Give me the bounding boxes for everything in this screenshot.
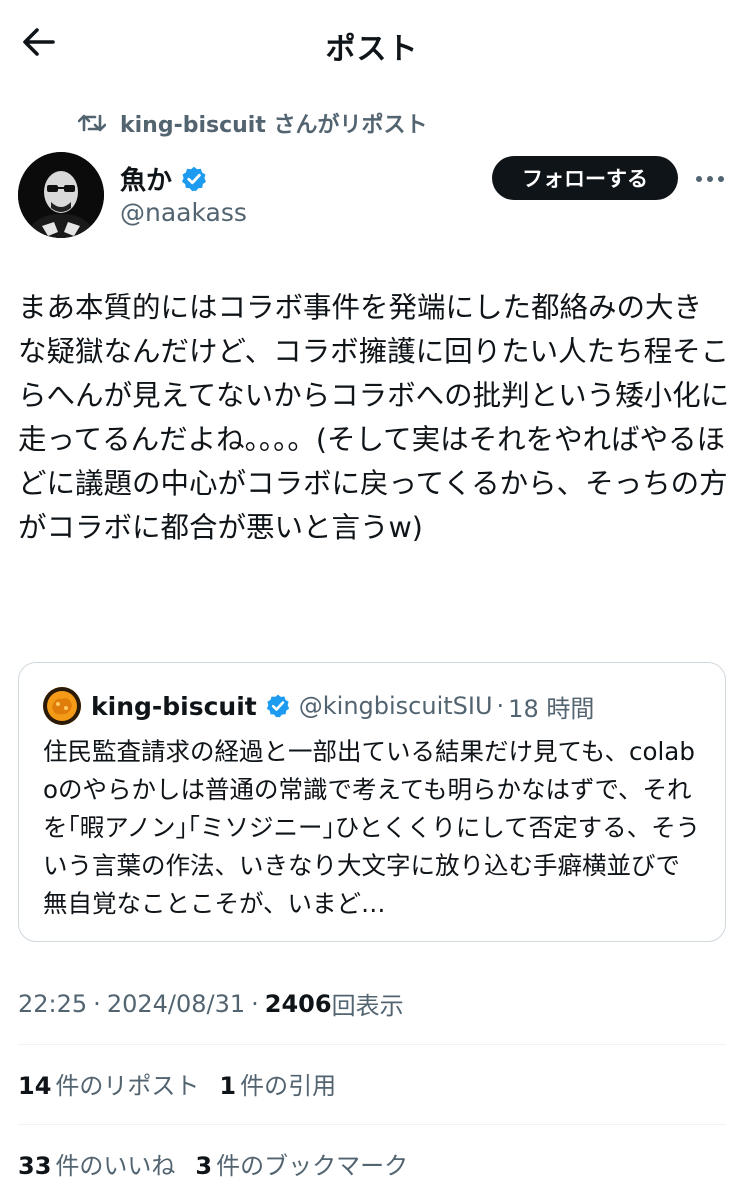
views-label: 回表示 [331,992,404,1020]
quotes-stat[interactable]: 1 件の引用 [219,1066,336,1101]
quotes-count: 1 [219,1072,237,1100]
engagement-row-2: 33 件のいいね 3 件のブックマーク [18,1146,428,1181]
likes-count: 33 [18,1152,52,1180]
page-title: ポスト [325,32,419,67]
divider [18,1044,726,1045]
engagement-row-1: 14 件のリポスト 1 件の引用 [18,1066,356,1101]
likes-label: 件のいいね [55,1152,176,1180]
more-options-button[interactable] [692,164,728,194]
bookmarks-stat[interactable]: 3 件のブックマーク [195,1146,408,1181]
quoted-post-header: king-biscuit @kingbiscuitSIU · 18 時間 [43,687,594,725]
quoted-author-name: king-biscuit [91,691,257,721]
follow-button[interactable]: フォローする [492,156,678,200]
author-name: 魚か [120,166,173,196]
post-text: まあ本質的にはコラボ事件を発端にした都絡みの大きな疑獄なんだけど、コラボ擁護に回… [18,291,730,544]
views-count: 2406 [264,989,332,1018]
quoted-author-avatar [43,687,81,725]
reposts-label: 件のリポスト [55,1072,200,1100]
author-handle[interactable]: @naakass [120,198,247,227]
repost-context-text: king-biscuit さんがリポスト [120,113,428,138]
quoted-post[interactable]: king-biscuit @kingbiscuitSIU · 18 時間 住民監… [18,662,726,942]
quoted-author-handle: @kingbiscuitSIU [298,692,493,720]
bookmarks-count: 3 [195,1152,213,1180]
repost-context[interactable]: king-biscuit さんがリポスト [78,108,428,138]
author-name-row[interactable]: 魚か [120,160,208,197]
quoted-post-text: 住民監査請求の経過と一部出ている結果だけ見ても、colaboのやらかしは普通の常… [43,737,701,918]
verified-badge-icon [181,166,207,191]
top-bar: ポスト [0,0,744,86]
separator-dot: · [93,989,101,1018]
quoted-post-time: 18 時間 [508,694,595,723]
reposts-stat[interactable]: 14 件のリポスト [18,1066,199,1101]
reposts-count: 14 [18,1072,52,1100]
author-avatar[interactable] [18,152,104,238]
quotes-label: 件の引用 [240,1072,337,1100]
separator-dot: · [496,692,505,720]
divider [18,1124,726,1125]
post-meta: 22:25 · 2024/08/31 · 2406 回表示 [18,986,404,1021]
bookmarks-label: 件のブックマーク [216,1152,409,1180]
repost-icon [78,108,108,138]
post-time[interactable]: 22:25 [18,990,87,1018]
post-date[interactable]: 2024/08/31 [107,990,245,1018]
separator-dot: · [251,989,259,1018]
more-icon [696,176,724,182]
verified-badge-icon [266,694,289,718]
likes-stat[interactable]: 33 件のいいね [18,1146,175,1181]
